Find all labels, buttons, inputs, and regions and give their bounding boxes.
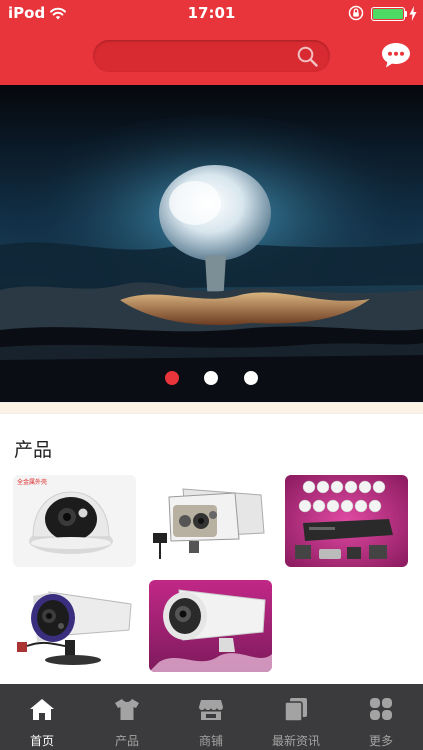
banner-divider [0, 402, 423, 414]
tab-shops[interactable]: 商铺 [169, 684, 253, 750]
dome-camera-image: 全金属外壳 [13, 475, 136, 567]
charging-bolt-icon [409, 6, 417, 21]
bullet-camera-box-image [149, 475, 272, 567]
tab-label: 更多 [368, 734, 393, 748]
tab-label: 商铺 [198, 734, 223, 748]
product-card[interactable]: 全金属外壳 [13, 475, 136, 567]
product-card[interactable] [13, 580, 136, 672]
home-icon [30, 699, 54, 720]
search-input[interactable] [93, 40, 330, 72]
tab-label: 产品 [114, 734, 139, 748]
section-title-products: 产品 [14, 439, 53, 461]
tab-bar: 首页 产品 商铺 最新资讯 更多 [0, 684, 423, 750]
carousel-indicators [0, 371, 423, 387]
product-card[interactable] [285, 475, 408, 567]
tshirt-icon [115, 699, 139, 720]
bullet-camera-pink-image [149, 580, 272, 672]
carousel-dot-1[interactable] [165, 371, 179, 385]
tab-home[interactable]: 首页 [0, 684, 84, 750]
battery-nub [405, 11, 407, 17]
tab-label: 最新资讯 [271, 734, 320, 748]
chat-bubble-icon[interactable] [381, 41, 411, 69]
grid-icon [370, 698, 392, 720]
product-card[interactable] [149, 580, 272, 672]
news-icon [284, 698, 307, 722]
status-bar: iPod 17:01 [0, 0, 423, 28]
banner-carousel[interactable] [0, 85, 423, 402]
dvr-camera-kit-image [285, 475, 408, 567]
product-caption: 全金属外壳 [17, 478, 47, 486]
bullet-camera-purple-image [13, 580, 136, 672]
header-bar: iPod 17:01 [0, 0, 423, 85]
tab-news[interactable]: 最新资讯 [254, 684, 338, 750]
product-card[interactable] [149, 475, 272, 567]
tab-label: 首页 [29, 734, 54, 748]
store-icon [199, 700, 223, 720]
carousel-dot-3[interactable] [244, 371, 258, 385]
search-icon[interactable] [297, 46, 318, 67]
tab-more[interactable]: 更多 [339, 684, 423, 750]
battery-icon [371, 7, 405, 21]
carousel-dot-2[interactable] [204, 371, 218, 385]
banner-image [0, 85, 423, 402]
tab-products[interactable]: 产品 [85, 684, 169, 750]
rotation-lock-icon [348, 5, 364, 21]
